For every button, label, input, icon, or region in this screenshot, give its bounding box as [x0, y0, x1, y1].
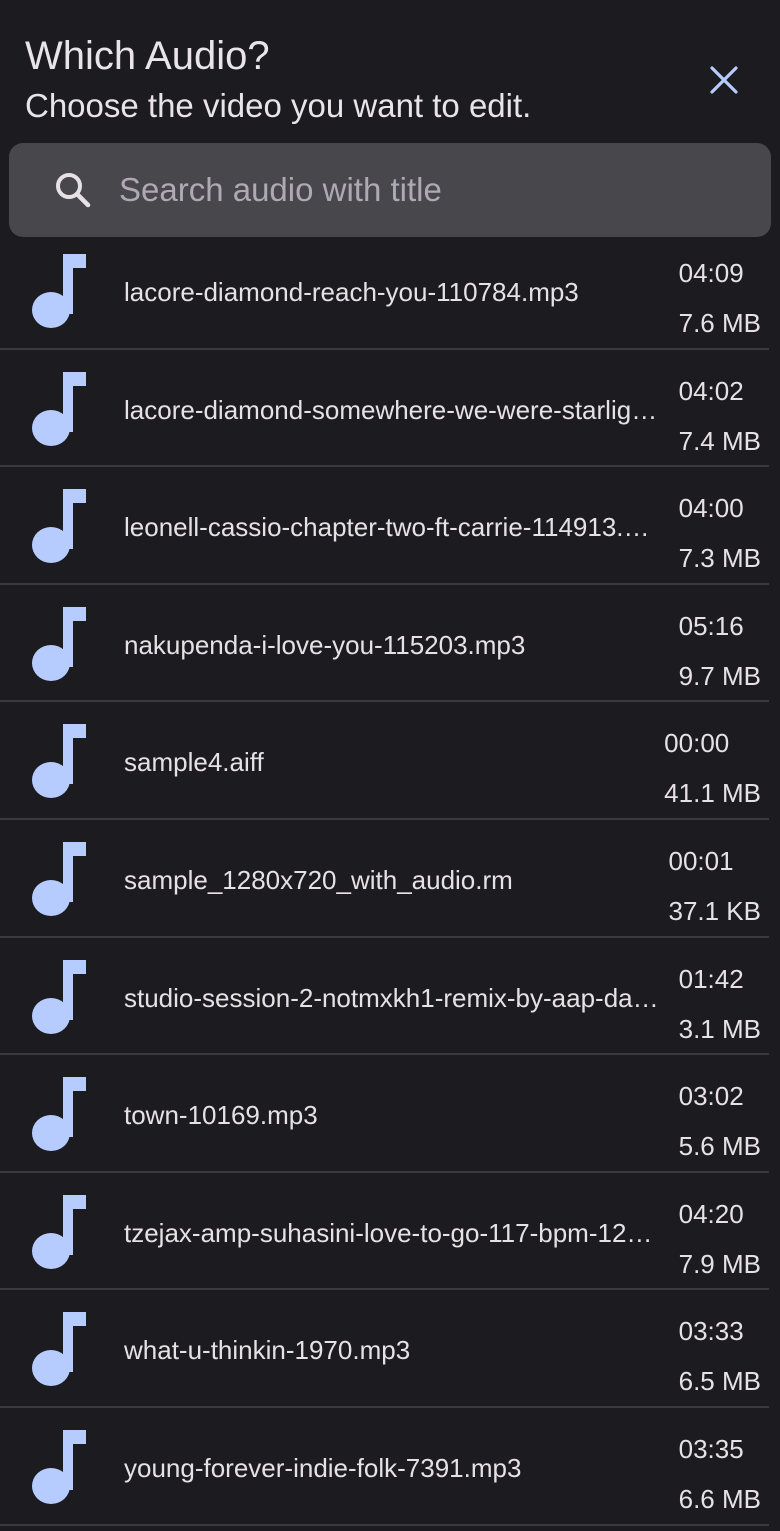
audio-size: 6.6 MB	[678, 1483, 761, 1514]
music-note-icon	[32, 254, 86, 328]
music-note-icon	[32, 959, 86, 1034]
music-note-icon	[32, 1429, 86, 1504]
audio-size: 7.6 MB	[678, 308, 761, 338]
audio-size: 7.9 MB	[678, 1248, 761, 1279]
audio-size: 6.5 MB	[678, 1366, 761, 1397]
list-item[interactable]: what-u-thinkin-1970.mp3 03:33 6.5 MB	[0, 1290, 769, 1408]
audio-list: lacore-diamond-reach-you-110784.mp3 04:0…	[0, 232, 780, 1526]
audio-meta: 04:20 7.9 MB	[679, 1189, 761, 1289]
audio-duration: 04:09	[678, 258, 744, 288]
list-item[interactable]: leonell-cassio-chapter-two-ft-carrie-114…	[0, 467, 769, 585]
audio-size: 9.7 MB	[678, 660, 761, 691]
audio-meta: 00:01 37.1 KB	[668, 836, 761, 936]
audio-title: what-u-thinkin-1970.mp3	[124, 1335, 411, 1366]
list-item[interactable]: nakupenda-i-love-you-115203.mp3 05:16 9.…	[0, 585, 769, 703]
audio-meta: 04:02 7.4 MB	[679, 366, 761, 466]
page-subtitle: Choose the video you want to edit.	[25, 87, 532, 124]
list-item[interactable]: sample4.aiff 00:00 41.1 MB	[0, 702, 769, 820]
search-icon	[56, 173, 91, 208]
audio-size: 7.4 MB	[678, 425, 761, 456]
audio-duration: 04:20	[678, 1198, 744, 1229]
audio-title: tzejax-amp-suhasini-love-to-go-117-bpm-1…	[124, 1217, 659, 1248]
search-input[interactable]	[119, 165, 739, 215]
audio-title: sample4.aiff	[124, 747, 264, 778]
audio-duration: 00:01	[668, 845, 734, 876]
list-item[interactable]: sample_1280x720_with_audio.rm 00:01 37.1…	[0, 820, 769, 938]
list-item[interactable]: studio-session-2-notmxkh1-remix-by-aap-d…	[0, 938, 769, 1056]
audio-size: 7.3 MB	[678, 543, 761, 574]
music-note-icon	[32, 841, 86, 916]
list-item[interactable]: town-10169.mp3 03:02 5.6 MB	[0, 1055, 769, 1173]
close-icon	[710, 66, 738, 94]
audio-meta: 00:00 41.1 MB	[664, 718, 761, 818]
music-note-icon	[32, 1077, 86, 1152]
audio-duration: 04:02	[678, 375, 744, 406]
audio-duration: 03:02	[678, 1081, 744, 1112]
audio-duration: 03:33	[678, 1316, 744, 1347]
audio-title: town-10169.mp3	[124, 1100, 318, 1131]
audio-meta: 05:16 9.7 MB	[679, 601, 761, 701]
list-item[interactable]: lacore-diamond-somewhere-we-were-starlig…	[0, 350, 769, 468]
music-note-icon	[32, 489, 86, 564]
audio-title: young-forever-indie-folk-7391.mp3	[124, 1452, 522, 1483]
audio-size: 5.6 MB	[678, 1131, 761, 1162]
list-item[interactable]: tzejax-amp-suhasini-love-to-go-117-bpm-1…	[0, 1173, 769, 1291]
audio-size: 41.1 MB	[664, 778, 761, 809]
audio-meta: 01:42 3.1 MB	[679, 954, 761, 1054]
music-note-icon	[32, 606, 86, 681]
dialog-header: Which Audio? Choose the video you want t…	[25, 30, 665, 130]
audio-title: studio-session-2-notmxkh1-remix-by-aap-d…	[124, 982, 659, 1013]
audio-duration: 05:16	[678, 610, 744, 641]
music-note-icon	[32, 724, 86, 799]
music-note-icon	[32, 371, 86, 446]
list-item[interactable]: young-forever-indie-folk-7391.mp3 03:35 …	[0, 1408, 769, 1526]
audio-meta: 03:33 6.5 MB	[679, 1306, 761, 1406]
audio-duration: 00:00	[664, 728, 730, 759]
audio-meta: 04:00 7.3 MB	[679, 483, 761, 583]
audio-title: lacore-diamond-somewhere-we-were-starlig…	[124, 394, 659, 425]
audio-duration: 01:42	[678, 963, 744, 994]
close-button[interactable]	[696, 52, 752, 108]
audio-meta: 03:35 6.6 MB	[679, 1424, 761, 1524]
audio-size: 3.1 MB	[678, 1013, 761, 1044]
audio-title: lacore-diamond-reach-you-110784.mp3	[124, 277, 579, 307]
audio-title: sample_1280x720_with_audio.rm	[124, 864, 513, 895]
page-title: Which Audio?	[25, 34, 270, 78]
audio-meta: 04:09 7.6 MB	[679, 248, 761, 348]
search-bar[interactable]	[9, 143, 771, 237]
audio-duration: 04:00	[678, 493, 744, 524]
audio-title: leonell-cassio-chapter-two-ft-carrie-114…	[124, 512, 659, 543]
audio-meta: 03:02 5.6 MB	[679, 1071, 761, 1171]
music-note-icon	[32, 1312, 86, 1387]
list-item[interactable]: lacore-diamond-reach-you-110784.mp3 04:0…	[0, 232, 769, 350]
audio-title: nakupenda-i-love-you-115203.mp3	[124, 629, 526, 660]
music-note-icon	[32, 1194, 86, 1269]
audio-duration: 03:35	[678, 1433, 744, 1464]
audio-size: 37.1 KB	[668, 895, 761, 926]
